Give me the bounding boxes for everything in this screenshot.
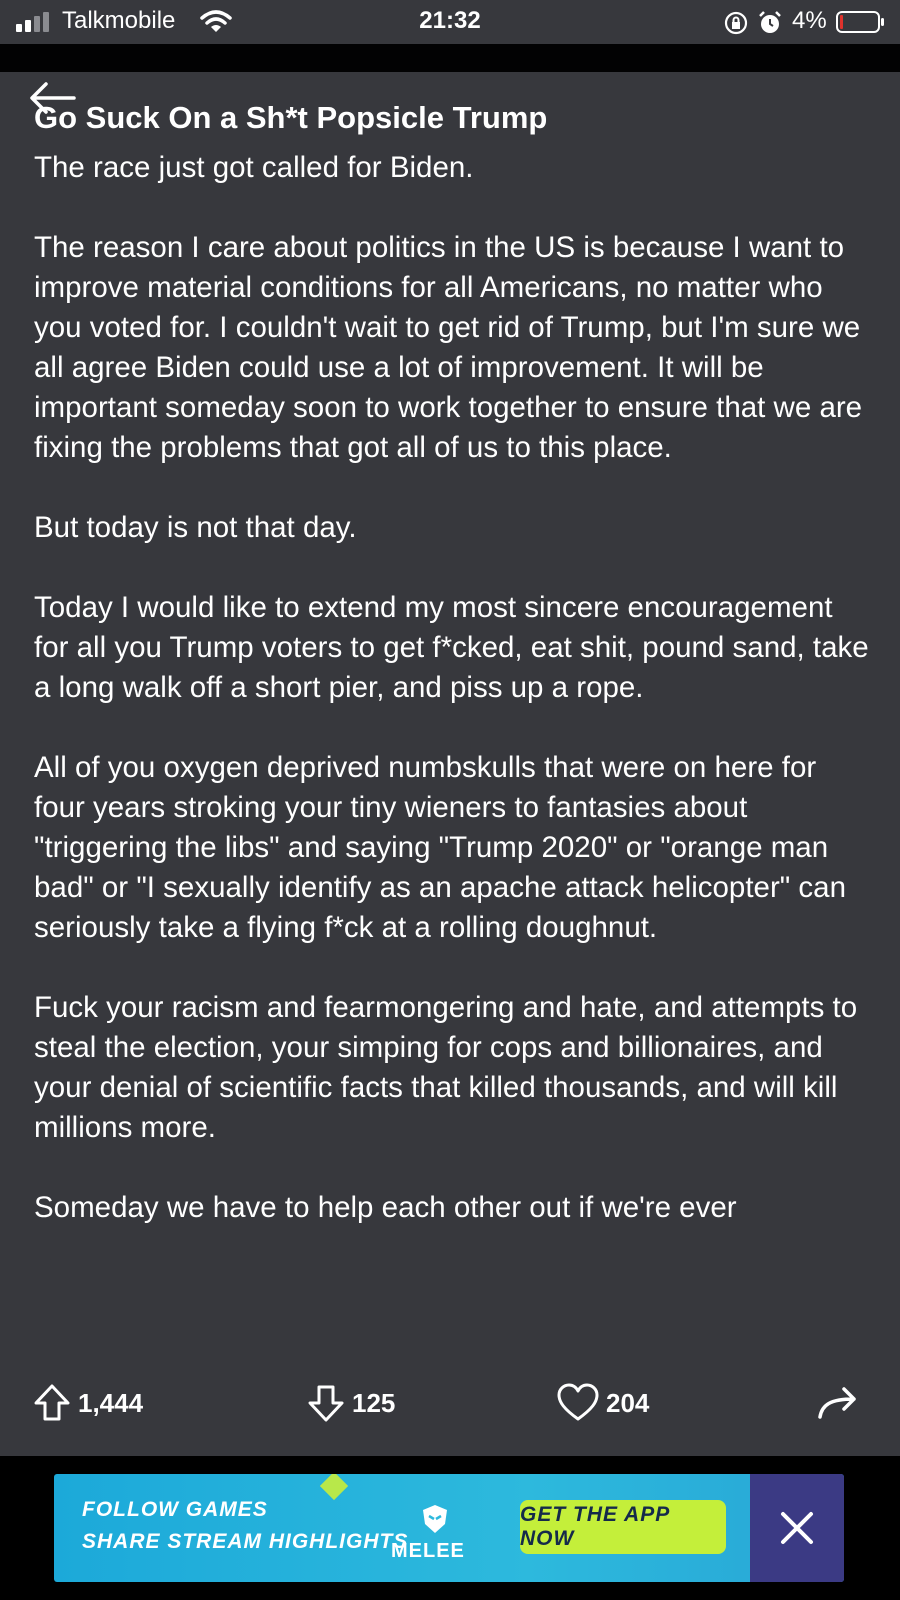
favorite-button[interactable]: 204 <box>556 1383 649 1423</box>
heart-icon <box>557 1383 599 1421</box>
post-view: Go Suck On a Sh*t Popsicle Trump The rac… <box>0 72 900 1350</box>
post-title: Go Suck On a Sh*t Popsicle Trump <box>34 100 548 135</box>
favorite-count: 204 <box>606 1387 650 1418</box>
post-paragraph: All of you oxygen deprived numbskulls th… <box>34 751 846 944</box>
close-icon <box>781 1512 813 1544</box>
get-app-button[interactable]: GET THE APP NOW <box>520 1500 726 1554</box>
share-arrow-icon <box>818 1387 856 1419</box>
ad-subheadline: SHARE STREAM HIGHLIGHTS <box>82 1530 409 1553</box>
alarm-icon <box>759 11 781 33</box>
close-ad-button[interactable] <box>750 1474 844 1582</box>
upvote-arrow-icon <box>34 1384 70 1421</box>
action-bar: 1,444 125 204 <box>0 1350 900 1456</box>
upvote-button[interactable]: 1,444 <box>32 1383 143 1423</box>
orientation-lock-icon <box>724 11 748 35</box>
ad-banner-area: FOLLOW GAMES SHARE STREAM HIGHLIGHTS MEL… <box>0 1456 900 1600</box>
melee-logo-icon <box>423 1505 447 1533</box>
share-button[interactable] <box>816 1383 860 1423</box>
post-body: The race just got called for Biden. The … <box>34 148 869 1268</box>
ad-banner[interactable]: FOLLOW GAMES SHARE STREAM HIGHLIGHTS MEL… <box>54 1474 844 1582</box>
decorative-diamond-icon <box>319 1474 349 1501</box>
battery-percentage: 4% <box>792 7 827 34</box>
ad-brand: MELEE <box>391 1540 465 1562</box>
post-paragraph: The race just got called for Biden. <box>34 151 474 184</box>
status-bar: Talkmobile 21:32 4% <box>0 0 900 44</box>
post-paragraph: The reason I care about politics in the … <box>34 231 863 464</box>
background-strip <box>0 44 900 72</box>
ad-headline: FOLLOW GAMES <box>82 1498 268 1521</box>
downvote-button[interactable]: 125 <box>306 1383 395 1423</box>
post-paragraph: Fuck your racism and fearmongering and h… <box>34 991 858 1144</box>
post-paragraph: But today is not that day. <box>34 511 357 544</box>
downvote-count: 125 <box>352 1387 396 1418</box>
post-paragraph: Someday we have to help each other out i… <box>34 1191 737 1224</box>
downvote-arrow-icon <box>308 1385 344 1422</box>
battery-icon <box>836 11 884 33</box>
upvote-count: 1,444 <box>78 1387 144 1418</box>
post-paragraph: Today I would like to extend my most sin… <box>34 591 869 704</box>
